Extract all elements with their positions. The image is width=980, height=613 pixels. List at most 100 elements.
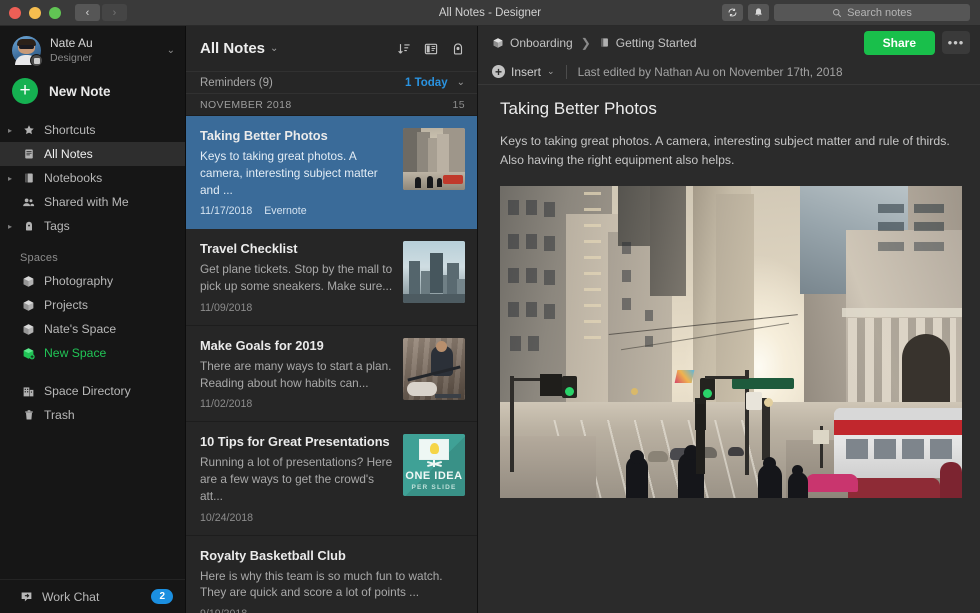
reminders-row[interactable]: Reminders (9) 1 Today ⌄ bbox=[186, 71, 477, 94]
sidebar-item-label: Projects bbox=[44, 298, 89, 313]
back-button[interactable]: ‹ bbox=[75, 4, 100, 21]
building-icon bbox=[20, 385, 37, 398]
more-options-button[interactable]: ••• bbox=[942, 31, 970, 54]
layout-icon[interactable] bbox=[424, 42, 438, 56]
insert-button[interactable]: + Insert ⌄ bbox=[492, 65, 555, 79]
breadcrumb-space-label: Onboarding bbox=[510, 35, 573, 50]
forward-button[interactable]: › bbox=[102, 4, 127, 21]
sidebar-item-shared-with-me[interactable]: Shared with Me bbox=[0, 190, 185, 214]
breadcrumb-notebook-label: Getting Started bbox=[615, 35, 697, 50]
share-button[interactable]: Share bbox=[863, 30, 935, 55]
new-note-button[interactable]: + New Note bbox=[0, 73, 185, 116]
sidebar-item-all-notes[interactable]: All Notes bbox=[0, 142, 185, 167]
note-date: 10/24/2018 bbox=[200, 511, 254, 524]
note-title: 10 Tips for Great Presentations bbox=[200, 434, 390, 450]
chevron-down-icon: ⌄ bbox=[547, 66, 555, 76]
note-icon bbox=[20, 148, 37, 160]
chevron-down-icon[interactable]: ⌄ bbox=[270, 43, 278, 54]
account-role: Designer bbox=[50, 52, 93, 64]
bell-icon[interactable] bbox=[748, 4, 769, 21]
sidebar-item-tags[interactable]: ▸ Tags bbox=[0, 214, 185, 238]
breadcrumb: Onboarding ❯ Getting Started Share ••• bbox=[478, 26, 980, 59]
sidebar-item-shortcuts[interactable]: ▸ Shortcuts bbox=[0, 118, 185, 142]
new-note-label: New Note bbox=[49, 83, 111, 99]
minimize-window-button[interactable] bbox=[29, 6, 41, 19]
cube-icon bbox=[492, 37, 504, 49]
sidebar-item-label: Nate's Space bbox=[44, 322, 117, 337]
note-title: Taking Better Photos bbox=[200, 128, 328, 143]
month-header-row: NOVEMBER 2018 15 bbox=[186, 94, 477, 116]
note-thumbnail bbox=[403, 241, 465, 304]
app-window: ‹ › All Notes - Designer Search notes Na… bbox=[0, 0, 980, 613]
sidebar-item-label: Tags bbox=[44, 219, 70, 234]
note-title: Make Goals for 2019 bbox=[200, 337, 324, 353]
editor-pane: Onboarding ❯ Getting Started Share ••• + bbox=[478, 26, 980, 613]
disclosure-triangle-icon[interactable]: ▸ bbox=[8, 126, 20, 135]
note-document[interactable]: Taking Better Photos Keys to taking grea… bbox=[478, 85, 980, 613]
sidebar-item-label: All Notes bbox=[44, 147, 93, 162]
note-list-item[interactable]: Make Goals for 2019 There are many ways … bbox=[186, 326, 477, 423]
title-bar: ‹ › All Notes - Designer Search notes bbox=[0, 0, 980, 26]
sidebar-item-notebooks[interactable]: ▸ Notebooks bbox=[0, 166, 185, 190]
note-list-item[interactable]: Royalty Basketball Club Here is why this… bbox=[186, 536, 477, 613]
note-snippet: Keys to taking great photos. A camera, i… bbox=[200, 149, 378, 197]
note-document-title: Taking Better Photos bbox=[500, 99, 657, 118]
disclosure-triangle-icon[interactable]: ▸ bbox=[8, 222, 20, 231]
breadcrumb-space[interactable]: Onboarding bbox=[492, 36, 573, 50]
close-window-button[interactable] bbox=[9, 6, 21, 19]
sidebar-item-nates-space[interactable]: Nate's Space bbox=[0, 317, 185, 341]
sidebar-item-label: Shared with Me bbox=[44, 195, 129, 210]
note-list-scroll[interactable]: Taking Better Photos Keys to taking grea… bbox=[186, 116, 477, 613]
note-date: 11/17/2018 bbox=[200, 205, 253, 218]
search-placeholder: Search notes bbox=[847, 6, 912, 19]
notebook-icon bbox=[599, 37, 610, 48]
search-input[interactable]: Search notes bbox=[774, 4, 970, 21]
disclosure-triangle-icon[interactable]: ▸ bbox=[8, 174, 20, 183]
window-controls[interactable] bbox=[0, 6, 61, 19]
note-list-header: All Notes ⌄ bbox=[186, 26, 477, 71]
note-document-image bbox=[500, 186, 962, 499]
breadcrumb-separator-icon: ❯ bbox=[580, 35, 591, 50]
sort-descending-icon[interactable] bbox=[397, 42, 411, 56]
sidebar-item-photography[interactable]: Photography bbox=[0, 269, 185, 293]
note-date: 11/09/2018 bbox=[200, 301, 253, 314]
insert-bar: + Insert ⌄ Last edited by Nathan Au on N… bbox=[478, 59, 980, 85]
search-icon bbox=[833, 8, 842, 17]
account-name: Nate Au bbox=[50, 36, 93, 50]
sidebar: Nate Au Designer ⌄ + New Note ▸ Shortcut… bbox=[0, 26, 186, 613]
notebook-icon bbox=[20, 172, 37, 184]
sidebar-item-label: Shortcuts bbox=[44, 123, 96, 138]
sidebar-item-trash[interactable]: Trash bbox=[0, 403, 185, 427]
work-chat-button[interactable]: Work Chat 2 bbox=[0, 579, 185, 613]
note-title: Travel Checklist bbox=[200, 241, 298, 257]
avatar bbox=[12, 36, 43, 68]
last-edited-text: Last edited by Nathan Au on November 17t… bbox=[577, 64, 843, 79]
lock-icon[interactable] bbox=[451, 42, 465, 56]
note-list-item[interactable]: Taking Better Photos Keys to taking grea… bbox=[186, 116, 477, 230]
cube-icon bbox=[20, 299, 37, 312]
note-document-body: Keys to taking great photos. A camera, i… bbox=[500, 134, 950, 168]
note-list-title[interactable]: All Notes bbox=[200, 40, 265, 57]
note-list-item[interactable]: 10 Tips for Great Presentations Running … bbox=[186, 422, 477, 536]
note-snippet: Running a lot of presentations? Here are… bbox=[200, 455, 393, 503]
chevron-down-icon[interactable]: ⌄ bbox=[457, 77, 465, 88]
maximize-window-button[interactable] bbox=[49, 6, 61, 19]
spaces-section-header: Spaces bbox=[20, 252, 58, 265]
sidebar-item-label: Space Directory bbox=[44, 384, 131, 399]
reminders-today: 1 Today bbox=[405, 76, 448, 89]
plus-icon: + bbox=[12, 78, 38, 105]
sidebar-item-new-space[interactable]: New Space bbox=[0, 341, 185, 365]
breadcrumb-notebook[interactable]: Getting Started bbox=[599, 36, 697, 50]
account-row[interactable]: Nate Au Designer ⌄ bbox=[0, 26, 185, 73]
trash-icon bbox=[20, 409, 37, 421]
navigation-buttons[interactable]: ‹ › bbox=[75, 4, 127, 21]
note-thumbnail: ONE IDEA PER SLIDE bbox=[403, 434, 465, 497]
sidebar-item-projects[interactable]: Projects bbox=[0, 293, 185, 317]
sync-icon[interactable] bbox=[722, 4, 743, 21]
note-snippet: Get plane tickets. Stop by the mall to p… bbox=[200, 262, 393, 293]
chevron-down-icon[interactable]: ⌄ bbox=[167, 45, 175, 56]
sidebar-item-space-directory[interactable]: Space Directory bbox=[0, 379, 185, 403]
tag-icon bbox=[20, 220, 37, 232]
note-list-item[interactable]: Travel Checklist Get plane tickets. Stop… bbox=[186, 229, 477, 326]
sidebar-item-label: Trash bbox=[44, 408, 75, 423]
